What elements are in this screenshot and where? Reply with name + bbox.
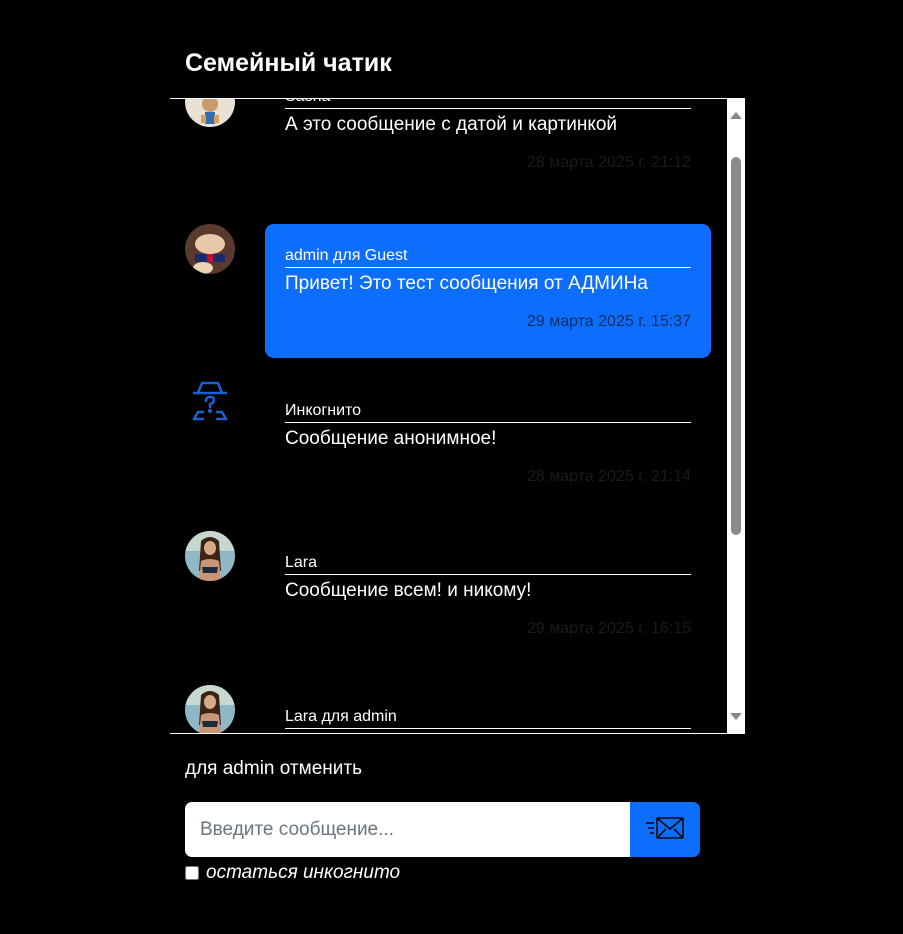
message-author: Инкогнито	[285, 401, 691, 423]
scroll-thumb[interactable]	[731, 157, 741, 535]
message-bubble: admin для Guest Привет! Это тест сообщен…	[265, 224, 711, 358]
incognito-option[interactable]: остаться инкогнито	[185, 862, 400, 884]
message-time: 29 марта 2025 г. 16:15	[526, 620, 691, 637]
reply-target: для admin	[185, 758, 275, 779]
message-author: admin для Guest	[285, 246, 691, 268]
message-text: А это сообщение с датой и картинкой	[285, 114, 618, 135]
message-author: Sasha	[285, 99, 691, 109]
message-time: 28 марта 2025 г. 21:12	[526, 154, 691, 171]
message-text: Сообщение всем! и никому!	[285, 580, 532, 601]
reply-cancel-link[interactable]: отменить	[280, 758, 362, 779]
scroll-down-arrow-icon[interactable]	[730, 713, 742, 720]
scrollbar[interactable]	[727, 99, 745, 733]
message-time: 28 марта 2025 г. 21:14	[526, 468, 691, 485]
message-bubble: Lara Сообщение всем! и никому! 29 марта …	[265, 553, 711, 639]
send-button[interactable]	[630, 802, 700, 857]
avatar	[185, 685, 235, 733]
avatar	[185, 224, 235, 274]
chat-title: Семейный чатик	[185, 49, 392, 77]
scroll-up-arrow-icon[interactable]	[730, 112, 742, 119]
avatar	[185, 99, 235, 127]
incognito-checkbox[interactable]	[185, 866, 199, 880]
message-author: Lara	[285, 553, 691, 575]
message-bubble: Sasha А это сообщение с датой и картинко…	[265, 99, 711, 173]
reply-indicator: для admin отменить	[185, 757, 362, 781]
message-text: Сообщение анонимное!	[285, 428, 497, 449]
message-bubble: Lara для admin	[265, 707, 711, 729]
message-composer	[185, 802, 700, 857]
message-time: 29 марта 2025 г. 15:37	[526, 313, 691, 330]
incognito-label: остаться инкогнито	[206, 862, 401, 883]
messages-list[interactable]: Sasha А это сообщение с датой и картинко…	[170, 98, 745, 734]
send-mail-icon	[645, 815, 685, 844]
message-text: Привет! Это тест сообщения от АДМИНа	[285, 273, 648, 294]
incognito-icon	[185, 379, 235, 429]
avatar	[185, 531, 235, 581]
message-author: Lara для admin	[285, 707, 691, 729]
message-bubble: Инкогнито Сообщение анонимное! 28 марта …	[265, 401, 711, 487]
message-input[interactable]	[185, 802, 630, 857]
